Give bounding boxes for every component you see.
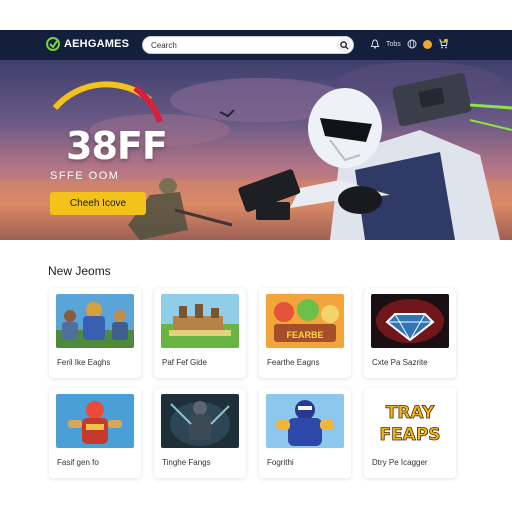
brand[interactable]: AEHGAMES <box>46 37 129 51</box>
game-title: Dtry Pe Icagger <box>372 458 428 467</box>
game-title: Feril Ike Eaghs <box>57 358 111 367</box>
cart-icon[interactable] <box>438 39 448 49</box>
logo-icon <box>46 37 60 51</box>
hero-subtitle: SFFE OOM <box>50 170 120 182</box>
game-title: Cxte Pa Sazrite <box>372 358 428 367</box>
search-input[interactable] <box>151 38 331 52</box>
game-title: Fearthe Eagns <box>267 358 320 367</box>
top-strip <box>0 0 512 30</box>
game-thumbnail <box>56 394 134 448</box>
game-thumbnail <box>371 294 449 348</box>
hero-headline: 38FF <box>66 124 168 168</box>
game-thumb-banner: FEARBE <box>286 330 323 340</box>
globe-icon[interactable] <box>407 39 417 49</box>
game-thumbnail <box>161 394 239 448</box>
game-card[interactable]: Fasif gen fo <box>49 388 141 478</box>
hero-cta-button[interactable]: Cheeh Icove <box>50 192 146 215</box>
game-title: Paf Fef Gide <box>162 358 207 367</box>
game-title: Fasif gen fo <box>57 458 99 467</box>
game-card[interactable]: Feril Ike Eaghs <box>49 288 141 378</box>
nav-actions: Tobs <box>370 39 448 49</box>
game-thumbnail <box>266 394 344 448</box>
game-card[interactable]: Cxte Pa Sazrite <box>364 288 456 378</box>
game-card[interactable]: Tinghe Fangs <box>154 388 246 478</box>
section-title: New Jeoms <box>48 264 111 278</box>
game-title: Tinghe Fangs <box>162 458 211 467</box>
coin-icon[interactable] <box>422 39 432 49</box>
nav-text[interactable]: Tobs <box>386 41 401 48</box>
bell-icon[interactable] <box>370 39 380 49</box>
game-thumbnail <box>56 294 134 348</box>
game-card[interactable]: Paf Fef Gide <box>154 288 246 378</box>
brand-name: AEHGAMES <box>64 38 130 50</box>
search-bar[interactable] <box>142 36 354 54</box>
navbar: AEHGAMES Tobs <box>0 30 512 60</box>
game-thumbnail: TRAY FEAPS <box>371 394 449 448</box>
game-card[interactable]: FEARBE Fearthe Eagns <box>259 288 351 378</box>
search-button[interactable] <box>337 38 351 52</box>
search-icon <box>339 40 349 50</box>
game-thumbnail: FEARBE <box>266 294 344 348</box>
game-title: Fogrithi <box>267 458 294 467</box>
game-thumb-line2: FEAPS <box>379 425 440 445</box>
game-card[interactable]: TRAY FEAPS Dtry Pe Icagger <box>364 388 456 478</box>
game-thumbnail <box>161 294 239 348</box>
game-card[interactable]: Fogrithi <box>259 388 351 478</box>
game-thumb-line1: TRAY <box>386 403 435 423</box>
